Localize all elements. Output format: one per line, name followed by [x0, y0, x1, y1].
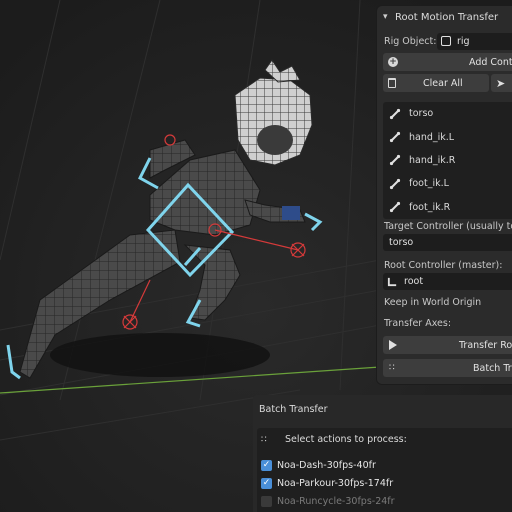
batch-transfer-label: Batch Transfer	[473, 362, 512, 374]
select-actions-heading: ∷ Select actions to process:	[261, 434, 407, 445]
list-item[interactable]: hand_ik.R	[383, 149, 512, 172]
action-name: Noa-Dash-30fps-40fr	[277, 460, 376, 471]
list-item[interactable]: foot_ik.L	[383, 172, 512, 195]
cursor-arrow-icon: ➤	[496, 76, 506, 90]
rig-object-label: Rig Object:	[384, 35, 437, 47]
root-controller-label: Root Controller (master):	[384, 259, 503, 271]
bone-icon	[389, 155, 401, 166]
bone-icon	[389, 178, 401, 189]
chevron-down-icon[interactable]: ▾	[383, 12, 395, 22]
checkbox[interactable]: ✓	[261, 478, 272, 489]
bone-icon	[389, 108, 401, 119]
select-actions-label: Select actions to process:	[285, 434, 407, 445]
character-shadow	[50, 333, 270, 377]
plus-circle-icon: +	[388, 57, 398, 67]
list-item[interactable]: torso	[383, 102, 512, 125]
target-controller-value: torso	[389, 237, 414, 248]
batch-icon: ∷	[261, 434, 267, 445]
checkmark-icon: ✓	[262, 460, 271, 470]
batch-transfer-panel: Batch Transfer ∷ Select actions to proce…	[253, 395, 512, 512]
select-controller-button[interactable]: ➤	[491, 74, 512, 92]
checkmark-icon: ✓	[262, 478, 271, 488]
checkbox[interactable]	[261, 496, 272, 507]
trash-icon	[388, 78, 396, 88]
root-motion-transfer-panel: ▾ Root Motion Transfer Rig Object: rig +…	[377, 6, 512, 384]
add-controller-label: Add Controller	[469, 56, 512, 68]
controller-label: foot_ik.R	[409, 201, 451, 213]
panel-header[interactable]: ▾ Root Motion Transfer	[377, 6, 512, 28]
root-controller-field[interactable]: root	[383, 273, 512, 290]
bone-icon	[389, 202, 401, 213]
transfer-root-motion-button[interactable]: Transfer Root Motion	[383, 336, 512, 354]
bone-icon	[387, 277, 397, 287]
keep-world-origin-label[interactable]: Keep in World Origin	[377, 297, 481, 308]
armature-icon	[441, 36, 451, 46]
controller-label: foot_ik.L	[409, 178, 449, 190]
controller-label: hand_ik.L	[409, 131, 455, 143]
rig-object-field[interactable]: rig	[437, 32, 512, 50]
batch-title: Batch Transfer	[259, 403, 328, 415]
list-item[interactable]: ✓ Noa-Dash-30fps-40fr	[261, 460, 376, 471]
root-controller-value: root	[404, 276, 424, 287]
controller-label: hand_ik.R	[409, 154, 456, 166]
bone-icon	[389, 131, 401, 143]
action-name: Noa-Parkour-30fps-174fr	[277, 478, 394, 489]
panel-title: Root Motion Transfer	[395, 11, 499, 23]
list-item[interactable]: Noa-Runcycle-30fps-24fr	[261, 496, 395, 507]
clear-all-button[interactable]: Clear All	[383, 74, 489, 92]
checkbox[interactable]: ✓	[261, 460, 272, 471]
target-controller-label: Target Controller (usually torso)	[384, 220, 512, 232]
list-item[interactable]: foot_ik.R	[383, 196, 512, 219]
list-item[interactable]: hand_ik.L	[383, 125, 512, 148]
batch-header: Batch Transfer	[253, 395, 512, 423]
batch-actions-box: ∷ Select actions to process: ✓ Noa-Dash-…	[257, 428, 512, 512]
action-name: Noa-Runcycle-30fps-24fr	[277, 496, 395, 507]
transfer-root-label: Transfer Root Motion	[459, 339, 512, 351]
batch-transfer-button[interactable]: ∷ Batch Transfer	[383, 359, 512, 377]
controller-list: torso hand_ik.L hand_ik.R foot_ik.L foot…	[383, 102, 512, 219]
batch-icon: ∷	[389, 363, 395, 373]
controller-label: torso	[409, 108, 434, 120]
clear-all-label: Clear All	[423, 77, 463, 89]
transfer-axes-label: Transfer Axes:	[384, 317, 452, 329]
rig-object-value: rig	[457, 35, 470, 47]
play-icon	[389, 340, 397, 350]
add-controller-button[interactable]: + Add Controller	[383, 53, 512, 71]
list-item[interactable]: ✓ Noa-Parkour-30fps-174fr	[261, 478, 393, 489]
target-controller-field[interactable]: torso	[383, 234, 512, 251]
